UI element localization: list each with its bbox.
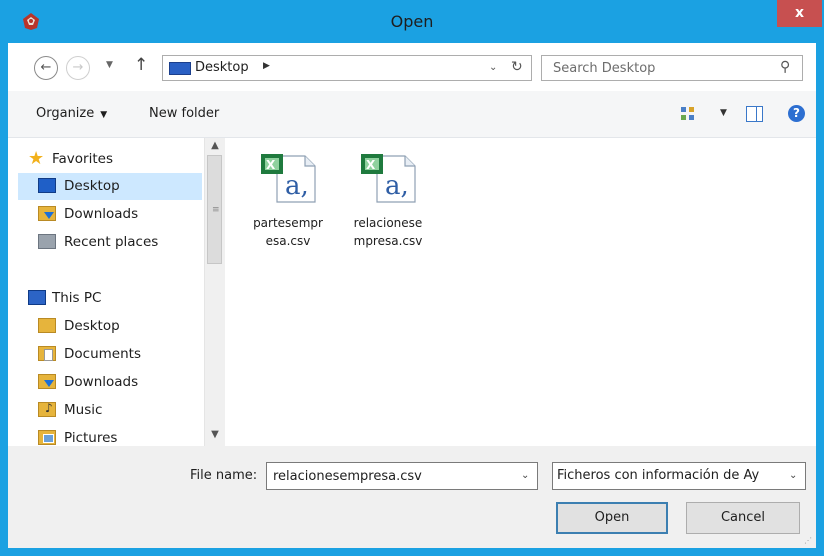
computer-icon	[28, 290, 46, 305]
search-icon[interactable]: ⚲	[780, 59, 790, 75]
nav-item-label: This PC	[52, 290, 102, 306]
nav-item-label: Pictures	[64, 430, 118, 446]
forward-arrow-icon: →	[72, 60, 84, 75]
file-type-value: Ficheros con información de Ay	[557, 468, 760, 483]
view-options-chevron-icon[interactable]: ▼	[720, 108, 727, 118]
organize-label: Organize	[36, 106, 95, 121]
downloads-icon	[38, 374, 56, 389]
window-frame: Open x ← → ▼ ↑ Desktop ▶ ⌄ ↻ ⚲ Organiz	[0, 0, 824, 556]
resize-grip-icon[interactable]: ⋰	[804, 536, 812, 545]
file-item[interactable]: a, X partesempr esa.csv	[246, 146, 330, 261]
documents-icon	[38, 346, 56, 361]
grip-icon: ≡	[212, 205, 220, 215]
command-bar: Organize ▼ New folder ▼ ?	[8, 91, 816, 138]
nav-item-documents[interactable]: Documents	[18, 341, 202, 368]
refresh-icon[interactable]: ↻	[511, 59, 523, 75]
preview-pane-icon[interactable]	[746, 106, 763, 122]
title-bar[interactable]: Open x	[0, 0, 824, 43]
svg-text:a,: a,	[285, 171, 309, 201]
file-type-select[interactable]: Ficheros con información de Ay ⌄	[552, 462, 806, 490]
file-name-line: mpresa.csv	[353, 234, 423, 248]
nav-item-this-pc[interactable]: This PC	[18, 285, 202, 312]
file-name-line: partesempr	[253, 216, 323, 230]
help-icon[interactable]: ?	[788, 105, 805, 122]
file-name-label: File name:	[190, 468, 258, 483]
forward-button[interactable]: →	[66, 56, 90, 80]
change-view-icon[interactable]	[680, 106, 696, 122]
address-row: ← → ▼ ↑ Desktop ▶ ⌄ ↻ ⚲	[8, 43, 816, 91]
nav-item-favorites[interactable]: ★ Favorites	[18, 146, 202, 173]
svg-text:a,: a,	[385, 171, 409, 201]
nav-item-label: Recent places	[64, 234, 159, 250]
nav-item-pc-downloads[interactable]: Downloads	[18, 369, 202, 396]
search-input[interactable]	[543, 57, 783, 79]
window-title: Open	[390, 12, 434, 31]
file-name: relacionese mpresa.csv	[346, 214, 430, 250]
navigation-pane[interactable]: ★ Favorites Desktop Downloads Recent pla…	[8, 138, 226, 446]
star-icon: ★	[28, 148, 45, 169]
svg-text:X: X	[366, 158, 376, 172]
scrollbar-thumb[interactable]: ≡	[207, 155, 222, 264]
address-dropdown-icon[interactable]: ⌄	[489, 62, 497, 73]
nav-item-downloads[interactable]: Downloads	[18, 201, 202, 228]
nav-item-label: Music	[64, 402, 103, 418]
nav-item-label: Downloads	[64, 374, 139, 390]
chevron-down-icon[interactable]: ⌄	[789, 470, 797, 481]
desktop-icon	[38, 178, 56, 193]
file-name-combobox[interactable]: ⌄	[266, 462, 538, 490]
nav-item-recent-places[interactable]: Recent places	[18, 229, 202, 256]
back-arrow-icon: ←	[40, 60, 52, 75]
music-icon	[38, 401, 56, 417]
organize-menu[interactable]: Organize ▼	[36, 106, 107, 121]
csv-file-icon: a, X	[361, 154, 416, 203]
nav-item-music[interactable]: Music	[18, 397, 202, 424]
close-button[interactable]: x	[777, 0, 822, 27]
file-name-line: relacionese	[353, 216, 423, 230]
breadcrumb-arrow-icon[interactable]: ▶	[263, 61, 270, 71]
bottom-panel: File name: ⌄ Ficheros con información de…	[8, 446, 816, 548]
desktop-icon	[38, 318, 56, 333]
chevron-down-icon[interactable]: ⌄	[521, 470, 529, 481]
search-box[interactable]: ⚲	[541, 55, 803, 81]
file-name-line: esa.csv	[265, 234, 311, 248]
file-name: partesempr esa.csv	[246, 214, 330, 250]
nav-item-pictures[interactable]: Pictures	[18, 425, 202, 446]
back-button[interactable]: ←	[34, 56, 58, 80]
csv-file-icon: a, X	[261, 154, 316, 203]
pictures-icon	[38, 430, 56, 445]
address-location[interactable]: Desktop	[195, 60, 249, 75]
nav-item-label: Favorites	[52, 151, 113, 167]
nav-item-label: Documents	[64, 346, 141, 362]
scroll-down-icon[interactable]: ▼	[205, 429, 225, 440]
nav-scrollbar[interactable]: ▲ ≡ ▼	[204, 138, 225, 446]
address-bar[interactable]: Desktop ▶ ⌄ ↻	[162, 55, 532, 81]
nav-item-label: Desktop	[64, 178, 120, 194]
open-button[interactable]: Open	[556, 502, 668, 534]
new-folder-button[interactable]: New folder	[149, 106, 219, 121]
recent-places-icon	[38, 234, 56, 249]
scroll-up-icon[interactable]: ▲	[205, 140, 225, 151]
file-name-input[interactable]	[269, 465, 513, 487]
desktop-folder-icon	[169, 62, 191, 75]
nav-item-label: Desktop	[64, 318, 120, 334]
recent-locations-chevron-icon[interactable]: ▼	[106, 60, 113, 70]
downloads-icon	[38, 206, 56, 221]
nav-item-label: Downloads	[64, 206, 139, 222]
up-arrow-icon[interactable]: ↑	[134, 55, 148, 75]
svg-text:X: X	[266, 158, 276, 172]
cancel-button[interactable]: Cancel	[686, 502, 800, 534]
nav-item-desktop[interactable]: Desktop	[18, 173, 202, 200]
nav-item-pc-desktop[interactable]: Desktop	[18, 313, 202, 340]
file-list[interactable]: a, X partesempr esa.csv a, X relacionese…	[236, 138, 816, 446]
chevron-down-icon: ▼	[100, 110, 108, 120]
file-item[interactable]: a, X relacionese mpresa.csv	[346, 146, 430, 261]
dialog-body: ← → ▼ ↑ Desktop ▶ ⌄ ↻ ⚲ Organize ▼ New fo…	[8, 43, 816, 548]
